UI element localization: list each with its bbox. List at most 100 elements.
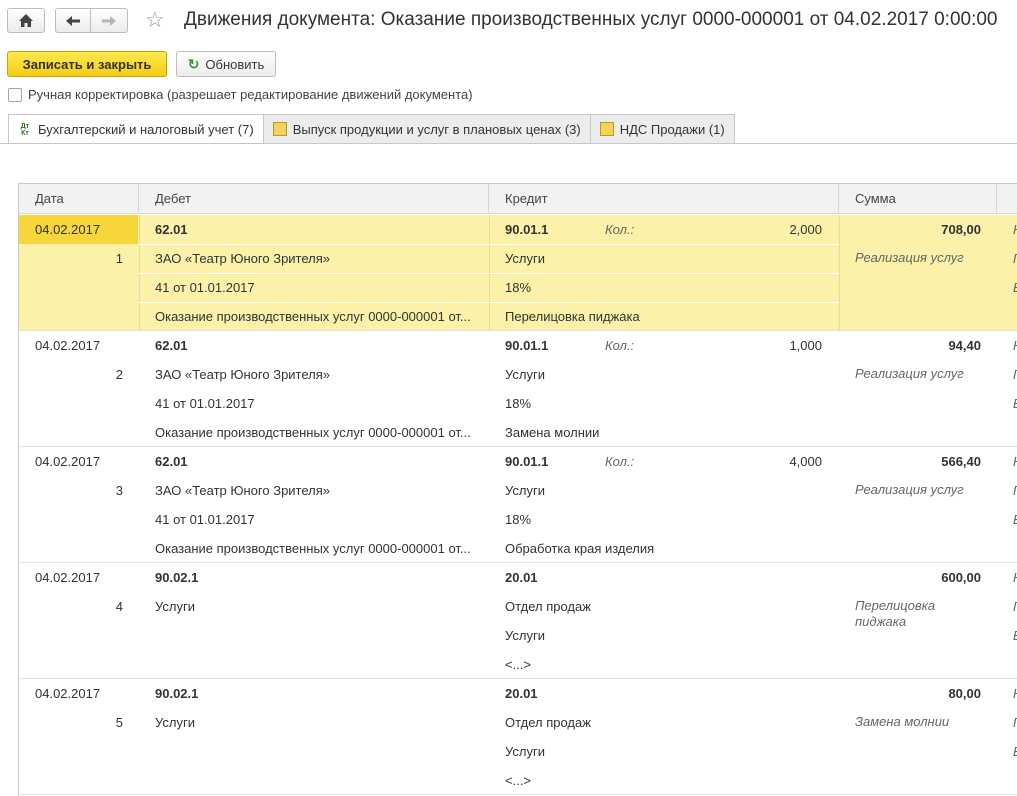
cell-credit-subconto-2: Услуги bbox=[505, 628, 545, 643]
cell-debit-subconto-1: Услуги bbox=[155, 715, 195, 730]
forward-button[interactable] bbox=[90, 8, 128, 33]
home-icon bbox=[19, 14, 33, 27]
column-debit[interactable]: Дебет bbox=[139, 184, 489, 214]
favorite-star-icon[interactable]: ☆ bbox=[145, 8, 165, 32]
cell-debit-account: 90.02.1 bbox=[155, 686, 199, 701]
cell-credit-subconto-3: <...> bbox=[505, 773, 532, 788]
cell-extra-2: П bbox=[1013, 708, 1017, 737]
cell-credit-subconto-2: Услуги bbox=[505, 744, 545, 759]
cell-credit-account: 90.01.1 bbox=[505, 454, 549, 469]
cell-quantity: 4,000 bbox=[789, 454, 822, 469]
cell-content: Реализация услуг bbox=[855, 482, 964, 497]
cell-extra-1: Н bbox=[1013, 563, 1017, 592]
cell-credit-subconto-1: Отдел продаж bbox=[505, 599, 591, 614]
cell-sum: 94,40 bbox=[948, 338, 981, 353]
cell-line-number: 3 bbox=[115, 483, 123, 498]
tab-divider bbox=[0, 143, 1017, 144]
column-credit[interactable]: Кредит bbox=[489, 184, 839, 214]
cell-credit-subconto-2: 18% bbox=[505, 280, 532, 295]
tab-label: Выпуск продукции и услуг в плановых цена… bbox=[292, 121, 581, 137]
manual-edit-label: Ручная корректировка (разрешает редактир… bbox=[28, 87, 473, 102]
cell-debit-account: 62.01 bbox=[155, 222, 188, 237]
cell-debit-subconto-2 bbox=[155, 737, 475, 766]
dt-kt-icon: Дт Кт bbox=[20, 122, 30, 137]
tab-accounting[interactable]: Дт Кт Бухгалтерский и налоговый учет (7) bbox=[8, 114, 264, 144]
table-row[interactable]: 04.02.2017 4 90.02.1 Услуги 20.01 Отдел прода… bbox=[19, 563, 1017, 679]
cell-line-number: 5 bbox=[115, 715, 123, 730]
cell-debit-account: 62.01 bbox=[155, 338, 188, 353]
cell-date: 04.02.2017 bbox=[35, 570, 101, 585]
cell-extra-1: Н bbox=[1013, 331, 1017, 360]
cell-extra-2: П bbox=[1013, 360, 1017, 389]
table-row[interactable]: 04.02.2017 2 62.01 ЗАО «Театр Юного Зрителя… bbox=[19, 331, 1017, 447]
cell-debit-subconto-3 bbox=[155, 766, 475, 795]
cell-credit-account: 20.01 bbox=[505, 686, 538, 701]
cell-content: Реализация услуг bbox=[855, 366, 964, 381]
column-sum[interactable]: Сумма bbox=[839, 184, 997, 214]
cell-credit-subconto-3: Перелицовка пиджака bbox=[505, 309, 640, 324]
cell-quantity-label bbox=[605, 679, 665, 708]
cell-date: 04.02.2017 bbox=[35, 338, 101, 353]
refresh-icon: ↻ bbox=[187, 55, 200, 72]
refresh-label: Обновить bbox=[205, 56, 265, 72]
cell-debit-subconto-1: Услуги bbox=[155, 599, 195, 614]
tab-production-output[interactable]: Выпуск продукции и услуг в плановых цена… bbox=[262, 114, 591, 143]
tab-vat-sales[interactable]: НДС Продажи (1) bbox=[589, 114, 735, 143]
movements-table[interactable]: Дата Дебет Кредит Сумма 04.02.2017 1 62.01… bbox=[18, 183, 1017, 796]
cell-date: 04.02.2017 bbox=[35, 222, 101, 237]
cell-content: Перелицовка пиджака bbox=[855, 598, 936, 629]
cell-extra-3: Е bbox=[1013, 505, 1017, 534]
cell-quantity-label: Кол.: bbox=[605, 222, 635, 237]
cell-debit-subconto-1: ЗАО «Театр Юного Зрителя» bbox=[155, 367, 331, 382]
cell-extra-3: Е bbox=[1013, 389, 1017, 418]
cell-extra-3: Е bbox=[1013, 737, 1017, 766]
cell-credit-subconto-2: 18% bbox=[505, 512, 532, 527]
cell-debit-account: 90.02.1 bbox=[155, 570, 199, 585]
page-title: Движения документа: Оказание производств… bbox=[184, 9, 998, 30]
cell-debit-subconto-3: Оказание производственных услуг 0000-000… bbox=[155, 541, 471, 556]
save-and-close-button[interactable]: Записать и закрыть bbox=[7, 51, 167, 77]
table-header: Дата Дебет Кредит Сумма bbox=[19, 184, 1017, 214]
cell-credit-account: 90.01.1 bbox=[505, 338, 549, 353]
cell-debit-account: 62.01 bbox=[155, 454, 188, 469]
cell-credit-subconto-1: Услуги bbox=[505, 367, 545, 382]
home-button[interactable] bbox=[7, 8, 45, 33]
cell-extra-3: Е bbox=[1013, 621, 1017, 650]
cell-extra-1: Н bbox=[1013, 215, 1017, 244]
table-row[interactable]: 04.02.2017 5 90.02.1 Услуги 20.01 Отдел прода… bbox=[19, 679, 1017, 795]
column-extra bbox=[997, 184, 1017, 214]
cell-debit-subconto-1: ЗАО «Театр Юного Зрителя» bbox=[155, 251, 331, 266]
arrow-right-icon bbox=[102, 15, 116, 26]
column-date[interactable]: Дата bbox=[19, 184, 139, 214]
cell-debit-subconto-3 bbox=[155, 650, 475, 679]
cell-line-number: 1 bbox=[115, 251, 123, 266]
cell-credit-subconto-1: Отдел продаж bbox=[505, 715, 591, 730]
refresh-button[interactable]: ↻ Обновить bbox=[176, 51, 276, 77]
register-icon bbox=[599, 122, 614, 136]
cell-credit-subconto-3: Обработка края изделия bbox=[505, 541, 655, 556]
cell-credit-subconto-1: Услуги bbox=[505, 251, 545, 266]
cell-date: 04.02.2017 bbox=[35, 454, 101, 469]
cell-extra-2: П bbox=[1013, 592, 1017, 621]
cell-extra-2: П bbox=[1013, 476, 1017, 505]
cell-debit-subconto-2: 41 от 01.01.2017 bbox=[155, 280, 255, 295]
cell-debit-subconto-3: Оказание производственных услуг 0000-000… bbox=[155, 309, 471, 324]
cell-divider bbox=[839, 215, 840, 331]
back-button[interactable] bbox=[55, 8, 91, 33]
table-row[interactable]: 04.02.2017 1 62.01 ЗАО «Театр Юного Зрителя… bbox=[19, 215, 1017, 331]
manual-edit-option[interactable]: Ручная корректировка (разрешает редактир… bbox=[8, 87, 473, 102]
cell-debit-subconto-1: ЗАО «Театр Юного Зрителя» bbox=[155, 483, 331, 498]
cell-sum: 566,40 bbox=[941, 454, 981, 469]
cell-content: Реализация услуг bbox=[855, 250, 964, 265]
cell-credit-account: 90.01.1 bbox=[505, 222, 549, 237]
table-row[interactable]: 04.02.2017 3 62.01 ЗАО «Театр Юного Зрителя… bbox=[19, 447, 1017, 563]
cell-extra-3: Е bbox=[1013, 273, 1017, 302]
tab-label: Бухгалтерский и налоговый учет (7) bbox=[38, 122, 254, 137]
manual-edit-checkbox[interactable] bbox=[8, 87, 22, 102]
cell-sum: 708,00 bbox=[941, 222, 981, 237]
cell-debit-subconto-2: 41 от 01.01.2017 bbox=[155, 396, 255, 411]
cell-quantity bbox=[669, 679, 822, 708]
cell-extra-1: Н bbox=[1013, 447, 1017, 476]
cell-sum: 600,00 bbox=[941, 570, 981, 585]
cell-line-number: 4 bbox=[115, 599, 123, 614]
